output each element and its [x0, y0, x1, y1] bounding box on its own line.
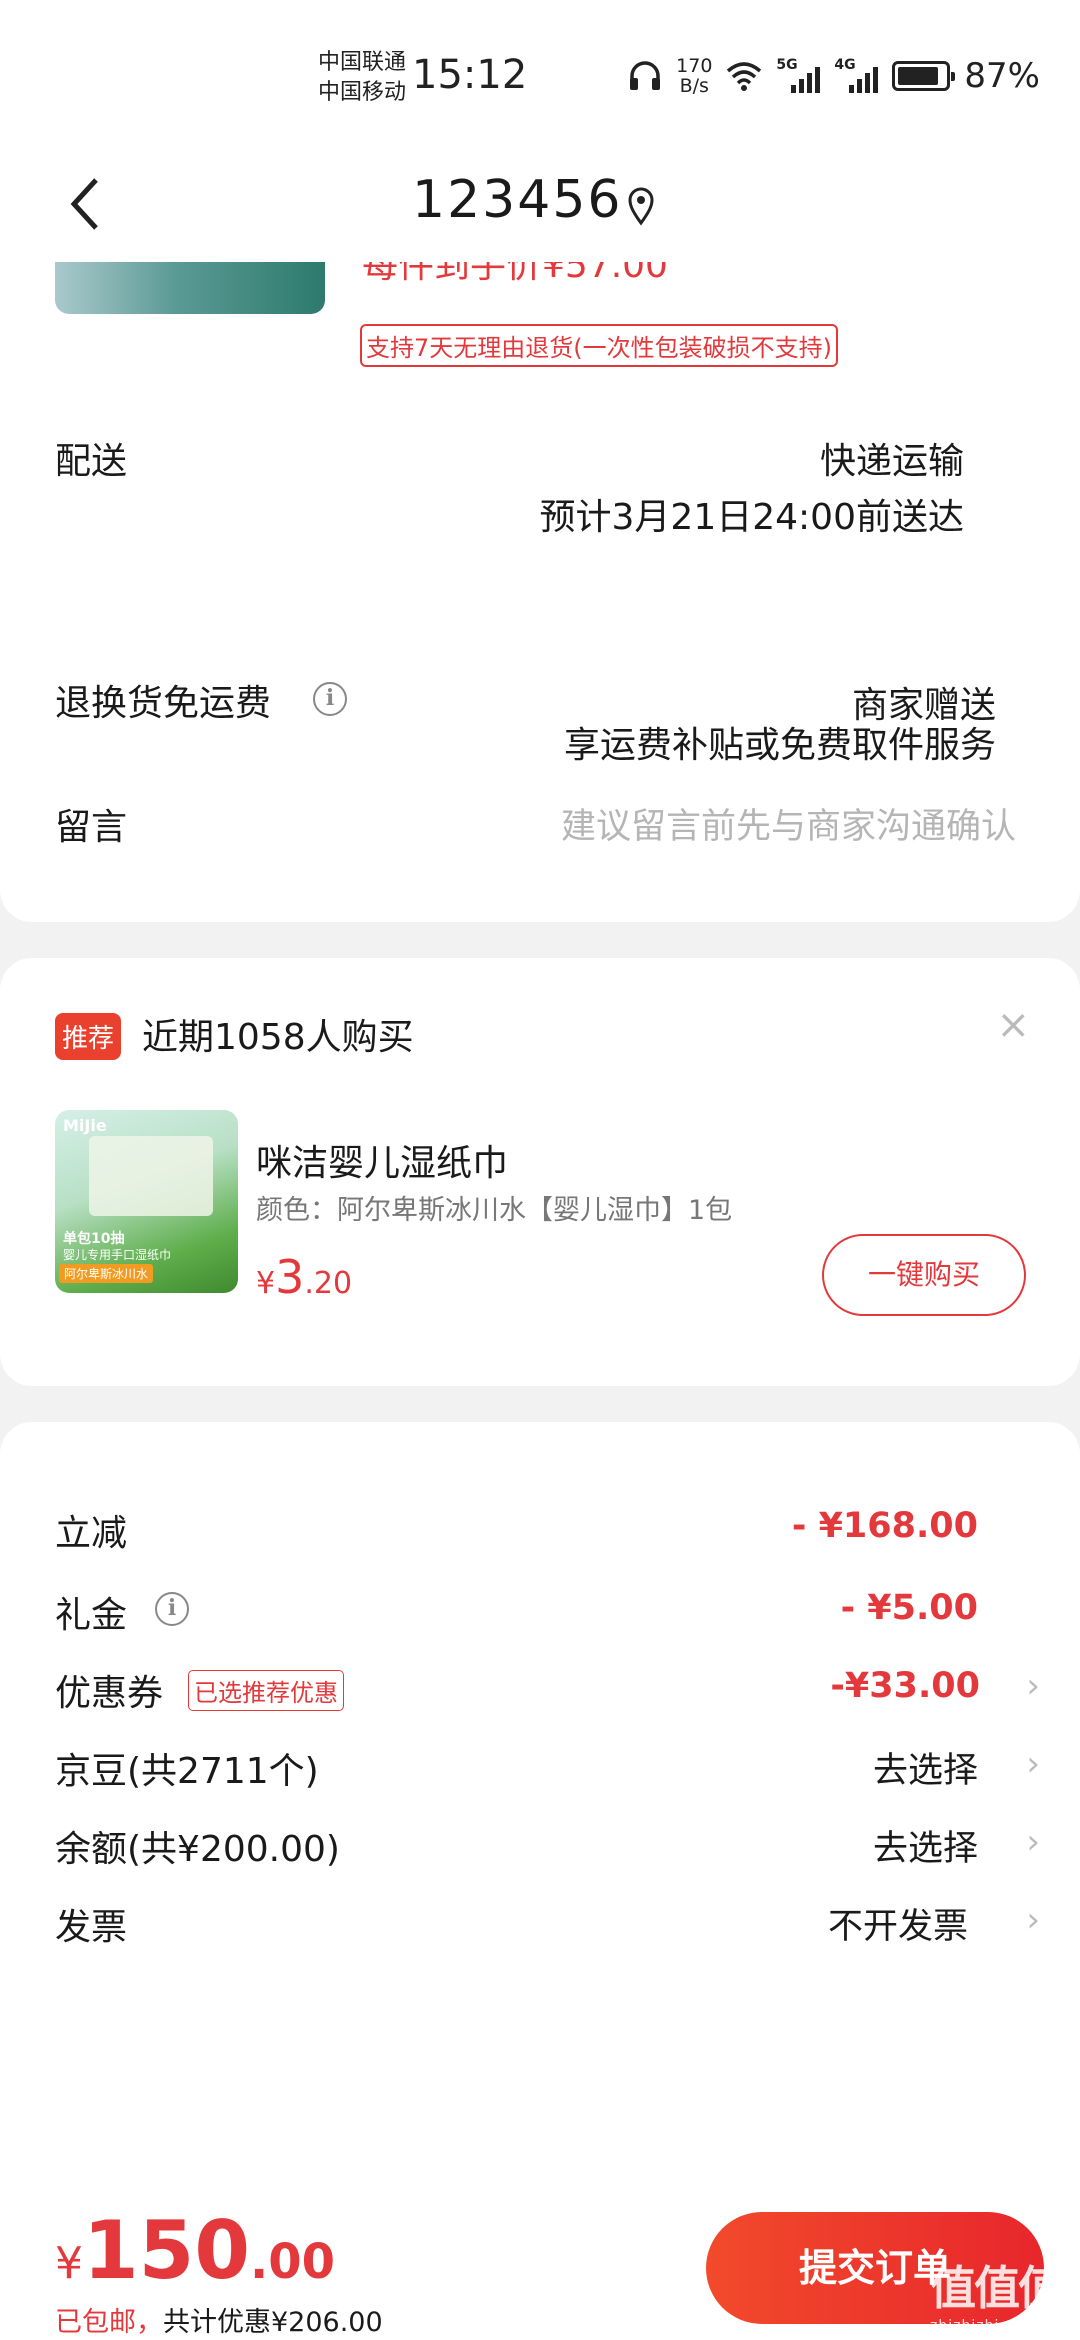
battery-percent: 87% [964, 56, 1040, 96]
chevron-right-icon[interactable]: › [1026, 1900, 1040, 1940]
recommend-product-spec: 颜色：阿尔卑斯冰川水【婴儿湿巾】1包 [256, 1195, 733, 1226]
headphones-icon [630, 61, 661, 90]
product-thumbnail[interactable] [55, 262, 325, 314]
watermark-logo: 值值值 zhizhizhi.com [930, 2261, 1064, 2334]
return-shipping-label: 退换货免运费 [55, 683, 272, 724]
jingdou-select[interactable]: 去选择 [873, 1742, 978, 1793]
gift-value: - ¥5.00 [840, 1588, 978, 1628]
return-shipping-service: 享运费补贴或免费取件服务 [563, 725, 996, 766]
status-icons: 170 B/s 5G 4G 87% [628, 56, 1040, 96]
battery-icon [892, 61, 956, 91]
package-shape [89, 1136, 213, 1216]
recommend-product-price: ¥3.20 [256, 1250, 353, 1304]
close-icon[interactable]: × [996, 1002, 1030, 1048]
coupon-selected-tag: 已选推荐优惠 [188, 1670, 344, 1711]
chevron-right-icon[interactable]: › [1026, 1666, 1040, 1706]
gift-label: 礼金 [55, 1595, 128, 1636]
nav-bar: 123456 [0, 150, 1080, 262]
network-speed: 170 B/s [676, 55, 713, 97]
gift-info-icon[interactable]: i [155, 1592, 189, 1626]
invoice-value[interactable]: 不开发票 [828, 1898, 968, 1949]
recommend-title: 近期1058人购买 [142, 1017, 414, 1058]
invoice-label: 发票 [55, 1907, 128, 1948]
chevron-right-icon[interactable]: › [1026, 1744, 1040, 1784]
discount-label: 立减 [55, 1513, 128, 1554]
delivery-method[interactable]: 快递运输 [820, 432, 964, 484]
message-label: 留言 [55, 807, 128, 848]
balance-label: 余额(共¥200.00) [55, 1829, 340, 1870]
carrier-2: 中国移动 [318, 80, 407, 105]
wifi-icon [727, 62, 762, 91]
coupon-value[interactable]: -¥33.00 [830, 1666, 980, 1706]
recommend-product-image[interactable]: MiJie 单包10抽 婴儿专用手口湿纸巾 阿尔卑斯冰川水 [55, 1110, 238, 1293]
status-bar: 中国联通 中国移动 15:12 170 B/s 5G 4G 87% [0, 0, 1080, 150]
carrier-info: 中国联通 中国移动 [318, 48, 406, 108]
delivery-eta: 预计3月21日24:00前送达 [539, 497, 964, 538]
coupon-label: 优惠券 [55, 1673, 164, 1714]
chevron-right-icon[interactable]: › [1026, 1822, 1040, 1862]
signal-5g-icon: 5G [776, 57, 821, 93]
page-title: 123456 [412, 170, 623, 230]
discount-value: - ¥168.00 [791, 1506, 978, 1546]
one-click-buy-button[interactable]: 一键购买 [822, 1234, 1026, 1316]
clock: 15:12 [412, 52, 528, 98]
order-info-card: 每件到手价¥57.00 支持7天无理由退货(一次性包装破损不支持) 配送 快递运… [0, 262, 1080, 922]
delivery-label: 配送 [55, 441, 128, 482]
recommend-product-name[interactable]: 咪洁婴儿湿纸巾 [256, 1134, 508, 1186]
jingdou-label: 京豆(共2711个) [55, 1751, 319, 1792]
back-arrow-icon[interactable] [58, 174, 118, 234]
checkout-bar: ¥150.00 已包邮，共计优惠¥206.00 提交订单 [0, 2200, 1080, 2340]
balance-select[interactable]: 去选择 [873, 1820, 978, 1871]
recommend-card: 推荐 近期1058人购买 × MiJie 单包10抽 婴儿专用手口湿纸巾 阿尔卑… [0, 958, 1080, 1386]
total-summary: 已包邮，共计优惠¥206.00 [55, 2307, 383, 2338]
message-input[interactable]: 建议留言前先与商家沟通确认 [561, 798, 1016, 849]
product-unit-price: 每件到手价¥57.00 [362, 262, 668, 286]
carrier-1: 中国联通 [318, 50, 407, 75]
total-price: ¥150.00 [55, 2204, 336, 2297]
location-pin-icon[interactable] [626, 186, 656, 226]
recommend-badge: 推荐 [55, 1013, 122, 1060]
signal-4g-icon: 4G [834, 57, 879, 93]
return-policy-tag: 支持7天无理由退货(一次性包装破损不支持) [360, 324, 838, 367]
info-icon[interactable]: i [313, 682, 347, 716]
